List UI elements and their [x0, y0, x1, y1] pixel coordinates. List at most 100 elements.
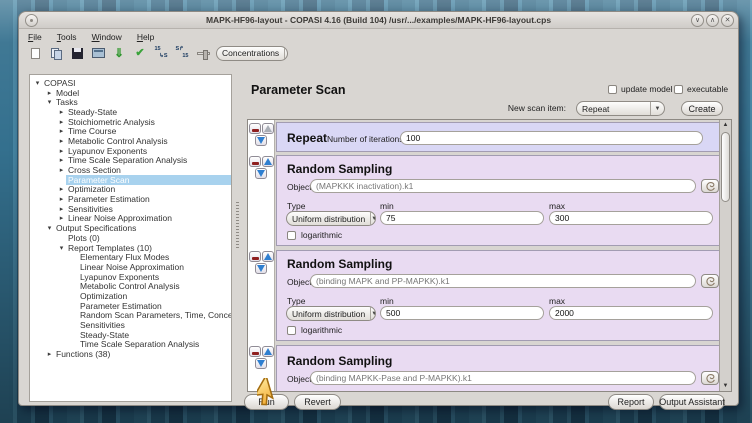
tree-item-report-templates-10[interactable]: Report Templates (10) [66, 243, 154, 253]
iterations-input[interactable]: 100 [400, 131, 703, 145]
scrollbar-thumb[interactable] [721, 132, 730, 202]
move-item-down-button[interactable] [255, 358, 267, 369]
tree-item-stoichiometric-analysis[interactable]: Stoichiometric Analysis [66, 117, 157, 127]
output-assistant-button[interactable]: Output Assistant [659, 394, 725, 410]
chevron-right-icon[interactable]: ▸ [57, 214, 66, 222]
close-icon[interactable]: ✕ [721, 14, 734, 27]
check-model-icon[interactable]: ✔ [132, 46, 148, 61]
tree-item-linear-noise-approximation[interactable]: Linear Noise Approximation [66, 213, 174, 223]
min-input[interactable]: 500 [380, 306, 544, 320]
move-item-up-button[interactable] [262, 156, 274, 167]
splitter-handle[interactable] [236, 202, 239, 248]
menu-help[interactable]: Help [137, 32, 154, 42]
distribution-dropdown[interactable]: Uniform distribution ▼ [286, 211, 376, 226]
tree-item-time-course[interactable]: Time Course [66, 126, 118, 136]
create-button[interactable]: Create [681, 101, 723, 116]
units-dropdown[interactable]: Concentrations ▼ [216, 46, 288, 61]
select-object-button[interactable] [701, 179, 719, 193]
tree-item-optimization[interactable]: Optimization [66, 184, 117, 194]
minimize-icon[interactable]: ∨ [691, 14, 704, 27]
tree-item-elementary-flux-modes[interactable]: Elementary Flux Modes [78, 252, 171, 262]
min-input[interactable]: 75 [380, 211, 544, 225]
chevron-right-icon[interactable]: ▸ [57, 185, 66, 193]
tree-item-optimization[interactable]: Optimization [78, 291, 129, 301]
tree-item-steady-state[interactable]: Steady-State [78, 330, 131, 340]
import-icon[interactable]: ⇓ [111, 46, 127, 61]
tree-item-copasi[interactable]: COPASI [42, 78, 78, 88]
tree-item-lyapunov-exponents[interactable]: Lyapunov Exponents [78, 272, 161, 282]
move-item-down-button[interactable] [255, 135, 267, 146]
chevron-right-icon[interactable]: ▸ [45, 350, 54, 358]
remove-item-button[interactable] [249, 251, 261, 262]
executable-checkbox[interactable] [674, 85, 683, 94]
tree-item-output-specifications[interactable]: Output Specifications [54, 223, 138, 233]
tree-item-model[interactable]: Model [54, 88, 81, 98]
tree-item-metabolic-control-analysis[interactable]: Metabolic Control Analysis [66, 136, 170, 146]
title-bar[interactable]: MAPK-HF96-layout - COPASI 4.16 (Build 10… [19, 12, 738, 29]
tree-item-lyapunov-exponents[interactable]: Lyapunov Exponents [66, 146, 149, 156]
scrollbar[interactable]: ▲ ▼ [719, 120, 731, 391]
chevron-right-icon[interactable]: ▸ [57, 127, 66, 135]
chevron-right-icon[interactable]: ▸ [57, 156, 66, 164]
revert-button[interactable]: Revert [294, 394, 341, 410]
select-object-button[interactable] [701, 371, 719, 385]
move-item-down-button[interactable] [255, 263, 267, 274]
chevron-down-icon[interactable]: ▾ [45, 98, 54, 106]
menu-tools[interactable]: Tools [57, 32, 77, 42]
remove-item-button[interactable] [249, 156, 261, 167]
particles-to-concentrations-icon[interactable]: 15↳S [153, 46, 169, 61]
tree-item-parameter-estimation[interactable]: Parameter Estimation [66, 194, 152, 204]
logarithmic-checkbox[interactable] [287, 231, 296, 240]
chevron-right-icon[interactable]: ▸ [57, 118, 66, 126]
distribution-dropdown[interactable]: Uniform distribution ▼ [286, 306, 376, 321]
tree-item-plots-0[interactable]: Plots (0) [66, 233, 102, 243]
report-button[interactable]: Report [608, 394, 654, 410]
move-item-down-button[interactable] [255, 168, 267, 179]
remove-item-button[interactable] [249, 346, 261, 357]
object-input[interactable]: (binding MAPK and PP-MAPKK).k1 [310, 274, 696, 288]
tree-item-time-scale-separation-analysis[interactable]: Time Scale Separation Analysis [66, 155, 189, 165]
capture-image-icon[interactable] [90, 46, 106, 61]
max-input[interactable]: 2000 [549, 306, 713, 320]
open-file-icon[interactable] [48, 46, 64, 61]
maximize-icon[interactable]: ∧ [706, 14, 719, 27]
tree-item-metabolic-control-analysis[interactable]: Metabolic Control Analysis [78, 281, 182, 291]
select-object-button[interactable] [701, 274, 719, 288]
tree-item-linear-noise-approximation[interactable]: Linear Noise Approximation [78, 262, 186, 272]
chevron-down-icon[interactable]: ▾ [57, 244, 66, 252]
tree-item-time-scale-separation-analysis[interactable]: Time Scale Separation Analysis [78, 339, 201, 349]
window-menu-icon[interactable] [25, 14, 38, 27]
new-file-icon[interactable] [27, 46, 43, 61]
chevron-right-icon[interactable]: ▸ [57, 147, 66, 155]
tree-item-parameter-scan[interactable]: Parameter Scan [66, 175, 231, 185]
chevron-down-icon[interactable]: ▾ [33, 79, 42, 87]
tree-item-tasks[interactable]: Tasks [54, 97, 80, 107]
update-model-checkbox[interactable] [608, 85, 617, 94]
tree-item-steady-state[interactable]: Steady-State [66, 107, 119, 117]
chevron-right-icon[interactable]: ▸ [45, 89, 54, 97]
move-item-up-button[interactable] [262, 346, 274, 357]
max-input[interactable]: 300 [549, 211, 713, 225]
tree-item-sensitivities[interactable]: Sensitivities [78, 320, 127, 330]
chevron-right-icon[interactable]: ▸ [57, 108, 66, 116]
chevron-right-icon[interactable]: ▸ [57, 137, 66, 145]
object-input[interactable]: (MAPKKK inactivation).k1 [310, 179, 696, 193]
save-icon[interactable] [69, 46, 85, 61]
move-item-up-button[interactable] [262, 251, 274, 262]
tree-item-cross-section[interactable]: Cross Section [66, 165, 123, 175]
chevron-right-icon[interactable]: ▸ [57, 205, 66, 213]
scroll-up-icon[interactable]: ▲ [720, 120, 731, 130]
tree-item-random-scan-parameters-time-concentrations[interactable]: Random Scan Parameters, Time, Concentrat… [78, 310, 232, 320]
remove-item-button[interactable] [249, 123, 261, 134]
concentrations-to-particles-icon[interactable]: S↱15 [174, 46, 190, 61]
tree-item-parameter-estimation[interactable]: Parameter Estimation [78, 301, 164, 311]
object-input[interactable]: (binding MAPKK-Pase and P-MAPKK).k1 [310, 371, 696, 385]
sliders-icon[interactable] [195, 46, 211, 61]
menu-window[interactable]: Window [92, 32, 122, 42]
menu-file[interactable]: File [28, 32, 42, 42]
logarithmic-checkbox[interactable] [287, 326, 296, 335]
new-scan-item-dropdown[interactable]: Repeat ▼ [576, 101, 665, 116]
tree-item-functions-38[interactable]: Functions (38) [54, 349, 112, 359]
chevron-down-icon[interactable]: ▾ [45, 224, 54, 232]
tree-item-sensitivities[interactable]: Sensitivities [66, 204, 115, 214]
